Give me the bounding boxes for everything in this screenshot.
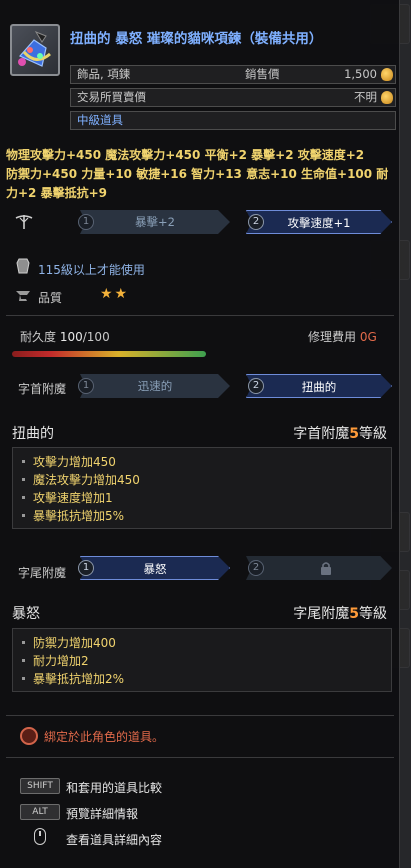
divider bbox=[6, 757, 394, 758]
item-grade: 中級道具 bbox=[77, 113, 123, 127]
weapon-option-2[interactable]: 攻擊速度+1 bbox=[246, 210, 392, 234]
durability-max: /100 bbox=[82, 330, 110, 344]
alt-key-icon: ALT bbox=[20, 804, 60, 820]
effect-item: 耐力增加2 bbox=[13, 652, 391, 670]
gold-coin-icon bbox=[381, 68, 393, 81]
level-requirement: 115級以上才能使用 bbox=[38, 263, 145, 277]
weapon-option-2-label: 攻擊速度+1 bbox=[287, 216, 351, 230]
prefix-effects: 攻擊力增加450 魔法攻擊力增加450 攻擊速度增加1 暴擊抵抗增加5% bbox=[12, 447, 392, 529]
suffix-level: 字尾附魔5等級 bbox=[293, 603, 387, 623]
prefix-option-2-number: 2 bbox=[248, 378, 264, 394]
durability-bar bbox=[12, 351, 206, 357]
suffix-option-2-number: 2 bbox=[248, 560, 264, 576]
quality-stars: ★★ bbox=[100, 286, 130, 302]
crossbow-icon bbox=[15, 215, 33, 229]
durability-current: 100 bbox=[59, 330, 83, 344]
mouse-icon bbox=[34, 828, 46, 845]
prefix-option-1-label: 迅速的 bbox=[137, 379, 173, 393]
suffix-level-suffix: 等級 bbox=[359, 606, 387, 622]
durability-label: 耐久度 bbox=[20, 330, 57, 344]
repair-row: 修理費用 0G bbox=[308, 328, 377, 345]
stats-line: 物理攻擊力+450 魔法攻擊力+450 平衡+2 暴擊+2 攻擊速度+2 bbox=[6, 148, 365, 162]
suffix-option-1[interactable]: 暴怒 bbox=[80, 556, 230, 580]
trade-row: 交易所買賣價 不明 bbox=[70, 88, 396, 107]
sell-price-value: 1,500 bbox=[344, 67, 377, 81]
prefix-level-number: 5 bbox=[349, 426, 359, 442]
trade-price-value: 不明 bbox=[354, 90, 377, 104]
effect-item: 暴擊抵抗增加2% bbox=[13, 670, 391, 688]
gold-coin-icon bbox=[381, 91, 393, 104]
item-category: 飾品, 項鍊 bbox=[77, 67, 131, 81]
item-stats: 物理攻擊力+450 魔法攻擊力+450 平衡+2 暴擊+2 攻擊速度+2 防禦力… bbox=[6, 146, 394, 203]
suffix-enchant-label: 字尾附魔 bbox=[18, 566, 67, 580]
prefix-option-2-label: 扭曲的 bbox=[301, 380, 337, 394]
weapon-option-1[interactable]: 暴擊+2 bbox=[80, 210, 230, 234]
armor-icon bbox=[16, 258, 30, 274]
prefix-option-1[interactable]: 迅速的 bbox=[80, 374, 230, 398]
suffix-option-1-label: 暴怒 bbox=[143, 562, 167, 576]
suffix-level-prefix: 字尾附魔 bbox=[293, 606, 350, 622]
suffix-effects: 防禦力增加400 耐力增加2 暴擊抵抗增加2% bbox=[12, 628, 392, 692]
bound-icon bbox=[20, 727, 38, 745]
category-row: 飾品, 項鍊 銷售價 1,500 bbox=[70, 65, 396, 84]
weapon-option-2-number: 2 bbox=[248, 214, 264, 230]
shift-key-icon: SHIFT bbox=[20, 778, 60, 794]
prefix-name: 扭曲的 bbox=[12, 426, 54, 442]
durability-row: 耐久度 100/100 bbox=[20, 328, 110, 345]
bound-notice: 綁定於此角色的道具。 bbox=[44, 730, 165, 744]
suffix-name: 暴怒 bbox=[12, 606, 40, 622]
divider bbox=[6, 715, 394, 716]
repair-label: 修理費用 bbox=[308, 330, 357, 344]
item-tooltip: 扭曲的 暴怒 璀璨的貓咪項鍊（裝備共用） 飾品, 項鍊 銷售價 1,500 交易… bbox=[0, 0, 400, 868]
divider bbox=[6, 315, 394, 316]
weapon-option-1-number: 1 bbox=[78, 214, 94, 230]
suffix-level-number: 5 bbox=[349, 606, 359, 622]
quality-label: 品質 bbox=[38, 291, 63, 305]
sell-price-label: 銷售價 bbox=[245, 67, 280, 81]
lock-icon bbox=[321, 562, 331, 575]
stats-line: 防禦力+450 力量+10 敏捷+16 智力+13 意志+10 生命值+100 … bbox=[6, 167, 389, 200]
grade-row: 中級道具 bbox=[70, 111, 396, 130]
effect-item: 暴擊抵抗增加5% bbox=[13, 507, 391, 525]
item-icon bbox=[10, 24, 60, 76]
prefix-level-suffix: 等級 bbox=[359, 426, 387, 442]
effect-item: 魔法攻擊力增加450 bbox=[13, 471, 391, 489]
effect-item: 防禦力增加400 bbox=[13, 634, 391, 652]
prefix-level-prefix: 字首附魔 bbox=[293, 426, 350, 442]
repair-cost: 0G bbox=[359, 330, 377, 344]
effect-item: 攻擊速度增加1 bbox=[13, 489, 391, 507]
prefix-option-1-number: 1 bbox=[78, 378, 94, 394]
compare-hint: 和套用的道具比較 bbox=[66, 781, 163, 795]
prefix-level: 字首附魔5等級 bbox=[293, 423, 387, 443]
effect-item: 攻擊力增加450 bbox=[13, 453, 391, 471]
weapon-option-1-label: 暴擊+2 bbox=[135, 215, 175, 229]
trade-price-label: 交易所買賣價 bbox=[77, 90, 146, 104]
preview-hint: 預覽詳細情報 bbox=[66, 807, 139, 821]
item-title: 扭曲的 暴怒 璀璨的貓咪項鍊（裝備共用） bbox=[70, 31, 323, 47]
details-hint: 查看道具詳細內容 bbox=[66, 833, 163, 847]
suffix-option-1-number: 1 bbox=[78, 560, 94, 576]
anvil-icon bbox=[16, 291, 30, 301]
prefix-option-2[interactable]: 扭曲的 bbox=[246, 374, 392, 398]
prefix-enchant-label: 字首附魔 bbox=[18, 382, 67, 396]
